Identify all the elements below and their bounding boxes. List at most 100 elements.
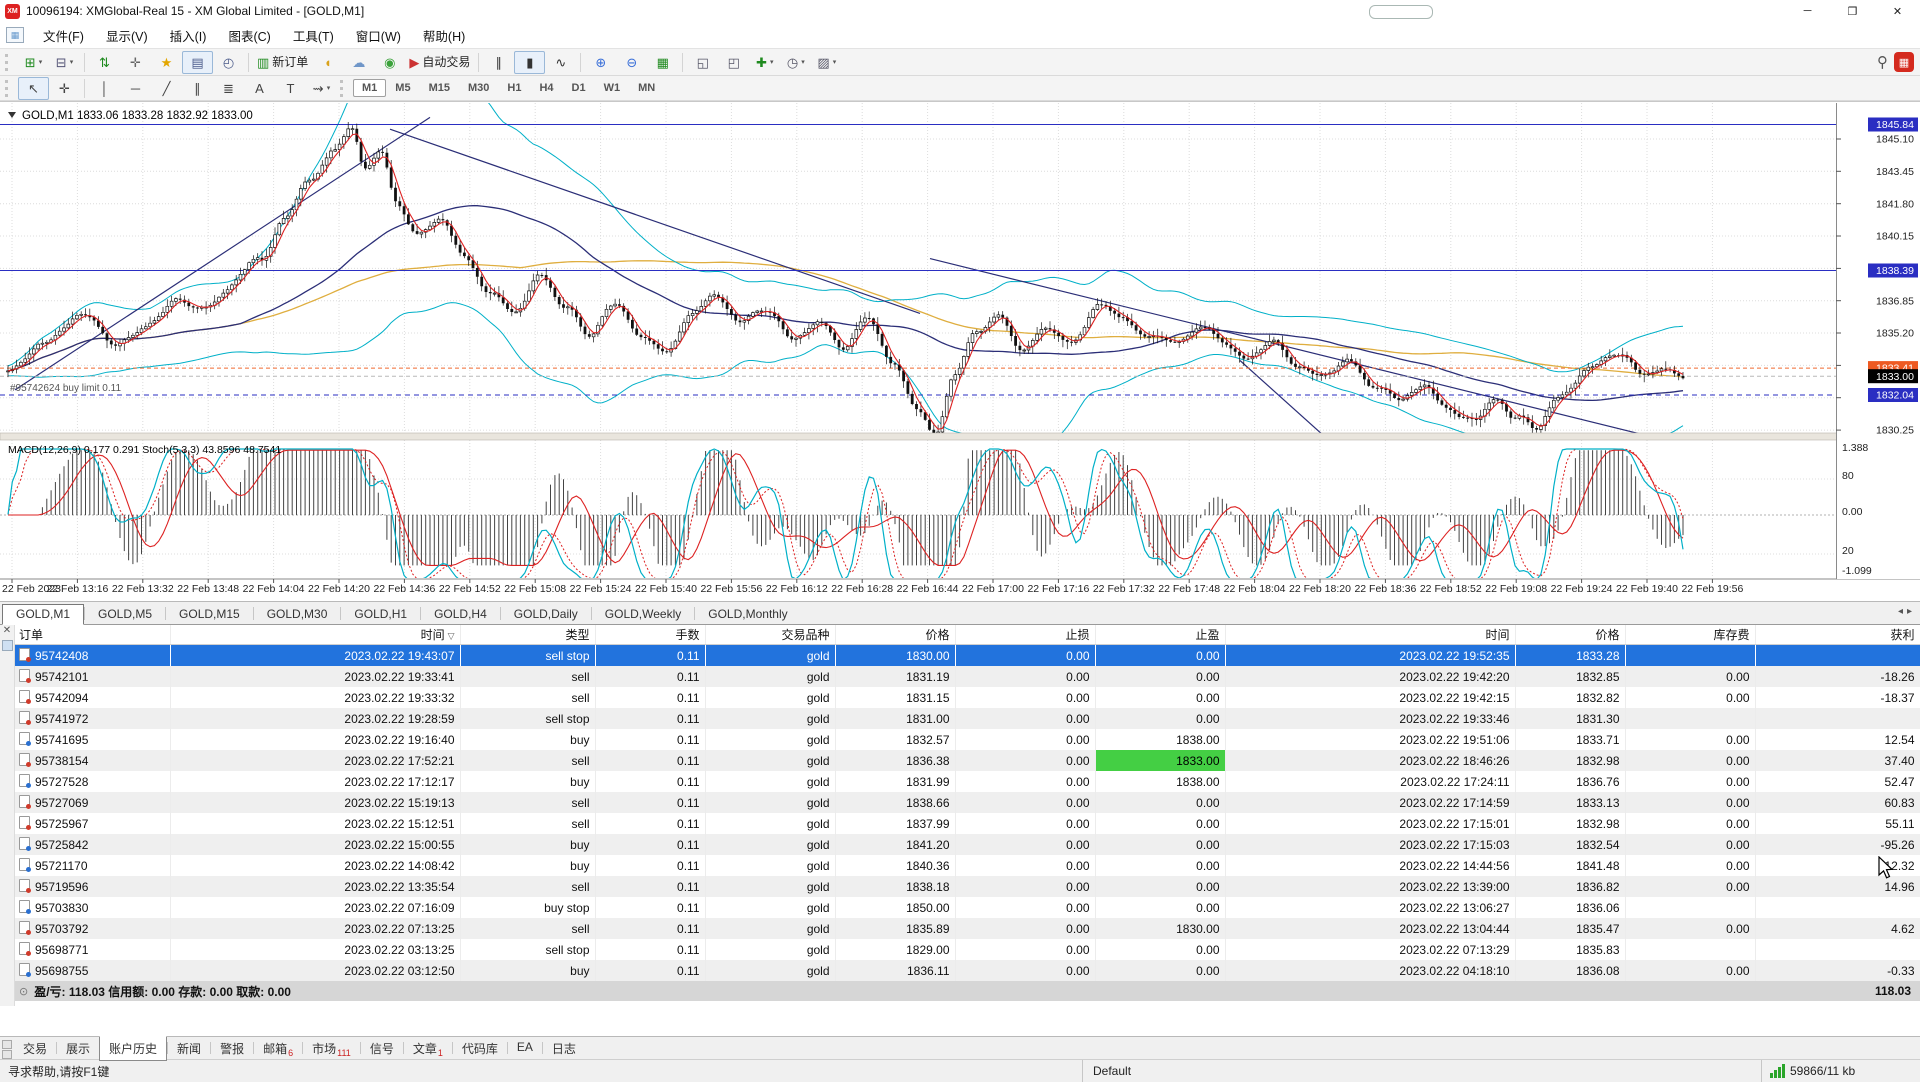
column-header[interactable]: 交易品种 xyxy=(705,625,835,645)
history-row[interactable]: 957419722023.02.22 19:28:59sell stop0.11… xyxy=(14,708,1920,729)
data-window-button[interactable]: ✛ xyxy=(120,51,151,74)
dropdown-caret-icon[interactable]: ▾ xyxy=(770,59,774,66)
toolbar-grip[interactable] xyxy=(5,54,13,71)
crosshair-button[interactable]: ✛ xyxy=(49,77,80,100)
column-header[interactable]: 库存费 xyxy=(1625,625,1755,645)
timeframe-m1[interactable]: M1 xyxy=(353,79,386,97)
terminal-tab[interactable]: EA xyxy=(508,1037,542,1057)
terminal-tab[interactable]: 日志 xyxy=(543,1037,585,1060)
expert-advisors-button[interactable]: ☁ xyxy=(343,51,374,74)
timeframe-d1[interactable]: D1 xyxy=(563,79,595,97)
timeframe-h1[interactable]: H1 xyxy=(498,79,530,97)
indicators-button[interactable]: ✚▾ xyxy=(749,51,780,74)
text-label-button[interactable]: T xyxy=(275,77,306,100)
chart-tab-gold-m15[interactable]: GOLD,M15 xyxy=(166,605,253,624)
history-row[interactable]: 956987552023.02.22 03:12:50buy0.11gold18… xyxy=(14,960,1920,981)
new-chart-button[interactable]: ⊞▾ xyxy=(18,51,49,74)
search-icon[interactable]: ⚲ xyxy=(1877,53,1888,71)
tile-windows-button[interactable]: ▦ xyxy=(647,51,678,74)
horizontal-line-button[interactable]: ─ xyxy=(120,77,151,100)
new-order-button[interactable]: ▥新订单 xyxy=(253,51,312,74)
menu-item[interactable]: 插入(I) xyxy=(159,23,218,48)
terminal-tab[interactable]: 新闻 xyxy=(168,1037,210,1060)
chart-window-icon[interactable]: ▦ xyxy=(6,27,24,43)
arrows-button[interactable]: ⇝▾ xyxy=(306,77,337,100)
history-row[interactable]: 957038302023.02.22 07:16:09buy stop0.11g… xyxy=(14,897,1920,918)
toolbar-grip[interactable] xyxy=(5,80,13,97)
templates-button[interactable]: ▨▾ xyxy=(811,51,842,74)
history-row[interactable]: 957275282023.02.22 17:12:17buy0.11gold18… xyxy=(14,771,1920,792)
navigator-button[interactable]: ★ xyxy=(151,51,182,74)
chart-tab-gold-h4[interactable]: GOLD,H4 xyxy=(421,605,500,624)
autotrading-button[interactable]: ▶自动交易 xyxy=(405,51,474,74)
toolbar-grip[interactable] xyxy=(340,80,348,97)
terminal-tab[interactable]: 账户历史 xyxy=(99,1036,167,1061)
menu-item[interactable]: 工具(T) xyxy=(282,23,345,48)
terminal-tab[interactable]: 警报 xyxy=(211,1037,253,1060)
chart-tab-gold-m5[interactable]: GOLD,M5 xyxy=(85,605,165,624)
history-row[interactable]: 957270692023.02.22 15:19:13sell0.11gold1… xyxy=(14,792,1920,813)
terminal-tab[interactable]: 交易 xyxy=(14,1037,56,1060)
column-header[interactable]: 手数 xyxy=(595,625,705,645)
menu-item[interactable]: 帮助(H) xyxy=(412,23,476,48)
timeframe-w1[interactable]: W1 xyxy=(595,79,630,97)
table-header-row[interactable]: 订单时间▽类型手数交易品种价格止损止盈时间价格库存费获利 xyxy=(14,625,1920,645)
history-row[interactable]: 956987712023.02.22 03:13:25sell stop0.11… xyxy=(14,939,1920,960)
column-header[interactable]: 价格 xyxy=(1515,625,1625,645)
terminal-tab[interactable]: 代码库 xyxy=(453,1037,507,1060)
close-button[interactable]: ✕ xyxy=(1875,0,1920,22)
history-row[interactable]: 957259672023.02.22 15:12:51sell0.11gold1… xyxy=(14,813,1920,834)
terminal-tab[interactable]: 邮箱6 xyxy=(254,1037,302,1061)
minimize-button[interactable]: ─ xyxy=(1785,0,1830,22)
fibonacci-button[interactable]: ≣ xyxy=(213,77,244,100)
periods-button[interactable]: ◷▾ xyxy=(780,51,811,74)
terminal-tab[interactable]: 信号 xyxy=(361,1037,403,1060)
timeframe-m15[interactable]: M15 xyxy=(420,79,459,97)
chart-tab-gold-daily[interactable]: GOLD,Daily xyxy=(501,605,591,624)
text-button[interactable]: A xyxy=(244,77,275,100)
column-header[interactable]: 获利 xyxy=(1755,625,1920,645)
menu-item[interactable]: 显示(V) xyxy=(95,23,159,48)
status-profile[interactable]: Default xyxy=(1082,1060,1761,1082)
column-header[interactable]: 止盈 xyxy=(1095,625,1225,645)
history-row[interactable]: 957211702023.02.22 14:08:42buy0.11gold18… xyxy=(14,855,1920,876)
trendline-button[interactable]: ╱ xyxy=(151,77,182,100)
menu-item[interactable]: 图表(C) xyxy=(217,23,281,48)
history-row[interactable]: 957381542023.02.22 17:52:21sell0.11gold1… xyxy=(14,750,1920,771)
terminal-button[interactable]: ▤ xyxy=(182,51,213,74)
dropdown-caret-icon[interactable]: ▾ xyxy=(327,85,331,92)
column-header[interactable]: 时间▽ xyxy=(170,625,460,645)
menu-item[interactable]: 窗口(W) xyxy=(345,23,412,48)
history-row[interactable]: 957037922023.02.22 07:13:25sell0.11gold1… xyxy=(14,918,1920,939)
column-header[interactable]: 止损 xyxy=(955,625,1095,645)
chart-area[interactable]: 1830.251835.201836.851840.151841.801843.… xyxy=(0,101,1920,601)
tab-scroll-arrows[interactable]: ◂▸ xyxy=(1898,606,1916,617)
bar-chart-button[interactable]: ∥ xyxy=(483,51,514,74)
timeframe-mn[interactable]: MN xyxy=(629,79,664,97)
dropdown-caret-icon[interactable]: ▾ xyxy=(833,59,837,66)
timeframe-m5[interactable]: M5 xyxy=(386,79,419,97)
zoom-in-button[interactable]: ⊕ xyxy=(585,51,616,74)
chart-tab-gold-monthly[interactable]: GOLD,Monthly xyxy=(695,605,800,624)
history-row[interactable]: 957195962023.02.22 13:35:54sell0.11gold1… xyxy=(14,876,1920,897)
history-row[interactable]: 957424082023.02.22 19:43:07sell stop0.11… xyxy=(14,645,1920,667)
line-chart-button[interactable]: ∿ xyxy=(545,51,576,74)
vertical-line-button[interactable]: │ xyxy=(89,77,120,100)
zoom-out-button[interactable]: ⊖ xyxy=(616,51,647,74)
signals-button[interactable]: ◉ xyxy=(374,51,405,74)
timeframe-m30[interactable]: M30 xyxy=(459,79,498,97)
candlestick-chart-button[interactable]: ▮ xyxy=(514,51,545,74)
terminal-tab[interactable]: 展示 xyxy=(57,1037,99,1060)
column-header[interactable]: 类型 xyxy=(460,625,595,645)
timeframe-h4[interactable]: H4 xyxy=(530,79,562,97)
dropdown-caret-icon[interactable]: ▾ xyxy=(70,59,74,66)
terminal-tab[interactable]: 文章1 xyxy=(404,1037,452,1061)
strategy-tester-button[interactable]: ◴ xyxy=(213,51,244,74)
cursor-button[interactable]: ↖ xyxy=(18,77,49,100)
restore-button[interactable]: ❐ xyxy=(1830,0,1875,22)
dropdown-caret-icon[interactable]: ▾ xyxy=(39,59,43,66)
history-row[interactable]: 957420942023.02.22 19:33:32sell0.11gold1… xyxy=(14,687,1920,708)
equidistant-channel-button[interactable]: ∥ xyxy=(182,77,213,100)
chart-tab-gold-weekly[interactable]: GOLD,Weekly xyxy=(592,605,694,624)
chart-profiles-button[interactable]: ⊟▾ xyxy=(49,51,80,74)
